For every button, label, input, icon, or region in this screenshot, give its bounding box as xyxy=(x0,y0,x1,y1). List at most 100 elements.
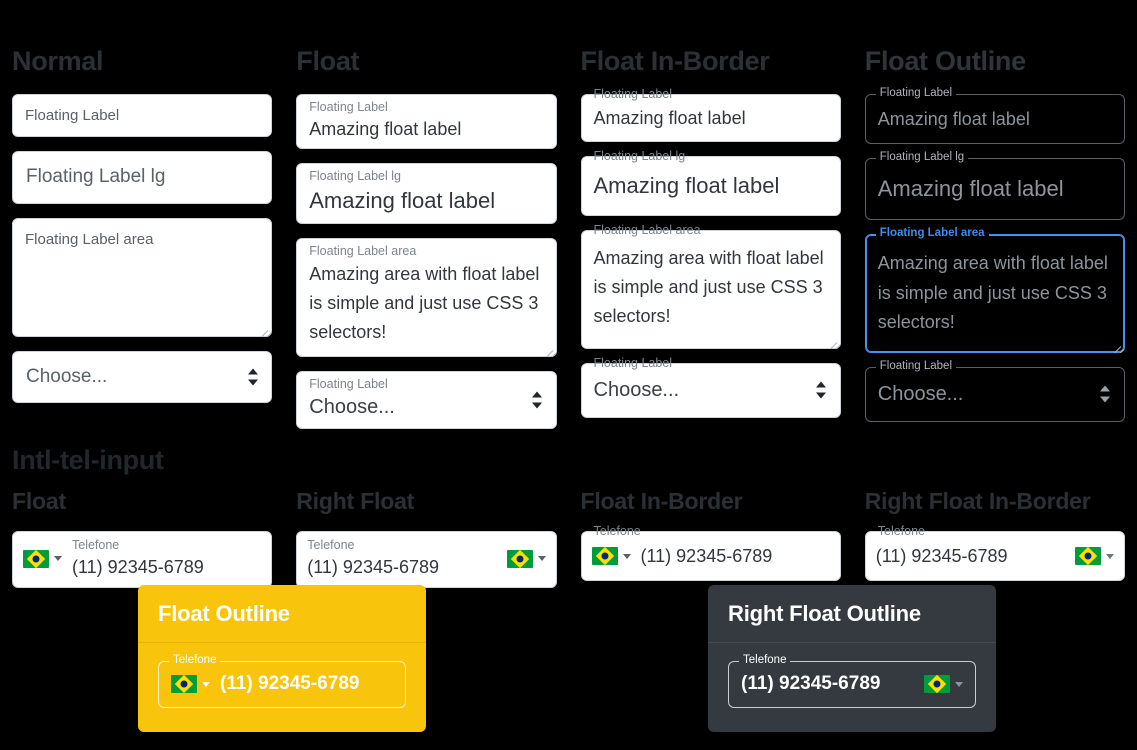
card-tel-label: Telefone xyxy=(739,654,791,667)
float-input-lg-label: Floating Label lg xyxy=(309,168,401,183)
column-title-float-in-border: Float In-Border xyxy=(580,46,770,76)
outline-select-value: Choose... xyxy=(877,382,964,405)
field-outline-textarea: Floating Label area Amazing area with fl… xyxy=(864,227,1125,354)
page-root: Normal Floating Label Floating Label lg … xyxy=(0,0,1137,750)
field-inborder-select: Floating Label Choose... xyxy=(580,357,841,418)
chevron-down-icon xyxy=(622,553,631,559)
spacer-title-2 xyxy=(581,447,841,474)
float-select[interactable]: Floating Label Choose... xyxy=(296,371,557,429)
field-inborder-input-lg: Floating Label lg Amazing float label xyxy=(580,150,841,216)
tel-input-card-float-outline[interactable]: Telefone (11) 92345-6789 xyxy=(158,654,406,708)
outline-input[interactable]: Floating Label Amazing float label xyxy=(864,87,1125,145)
float-textarea-label: Floating Label area xyxy=(309,244,417,259)
outline-select-label: Floating Label xyxy=(875,360,956,373)
country-selector-button[interactable] xyxy=(506,549,546,568)
card-tel-label: Telefone xyxy=(169,654,221,667)
card-tel-body: (11) 92345-6789 xyxy=(220,672,393,697)
tel-float-body: Telefone (11) 92345-6789 xyxy=(72,538,261,580)
field-tel-float: Telefone (11) 92345-6789 xyxy=(12,531,273,588)
outline-textarea-value: Amazing area with float label is simple … xyxy=(877,252,1108,333)
field-inborder-input: Floating Label Amazing float label xyxy=(580,88,841,143)
card-float-outline: Float Outline Telefone (11) 92345-6789 xyxy=(138,585,426,732)
normal-input-lg-placeholder: Floating Label lg xyxy=(26,166,166,187)
float-input-label: Floating Label xyxy=(309,100,388,114)
field-tel-float-in-border: Telefone (11) 92345-6789 xyxy=(580,525,841,582)
field-normal-input: Floating Label xyxy=(12,94,273,137)
floating-label-styles-row: Normal Floating Label Floating Label lg … xyxy=(0,48,1137,443)
resize-grip-icon[interactable] xyxy=(1109,337,1125,354)
tel-input-right-float[interactable]: Telefone (11) 92345-6789 xyxy=(296,531,557,588)
outline-cards-row: Float Outline Telefone (11) 92345-6789 R… xyxy=(0,585,1137,732)
country-selector-button[interactable] xyxy=(591,547,631,566)
tel-input-float-in-border[interactable]: Telefone (11) 92345-6789 xyxy=(580,525,841,582)
inborder-textarea-label: Floating Label area xyxy=(593,222,701,237)
tel-right-float-value: (11) 92345-6789 xyxy=(307,556,440,577)
tel-inborder-value: (11) 92345-6789 xyxy=(640,546,773,566)
intl-tel-input-row: Intl-tel-input Float Telefone (11) 92345… xyxy=(0,447,1137,602)
field-tel-right-float: Telefone (11) 92345-6789 xyxy=(296,531,557,588)
field-inborder-textarea: Floating Label area Amazing area with fl… xyxy=(580,224,841,350)
inborder-input[interactable]: Floating Label Amazing float label xyxy=(580,88,841,143)
outline-input-lg[interactable]: Floating Label lg Amazing float label xyxy=(864,152,1125,220)
float-input[interactable]: Floating Label Amazing float label xyxy=(296,94,557,149)
brazil-flag-icon xyxy=(171,675,197,694)
normal-input-lg[interactable]: Floating Label lg xyxy=(12,151,273,204)
column-float-outline: Float Outline Floating Label Amazing flo… xyxy=(853,48,1137,443)
field-normal-input-lg: Floating Label lg xyxy=(12,151,273,204)
tel-input-card-right-float-outline[interactable]: Telefone (11) 92345-6789 xyxy=(728,654,976,708)
tel-input-float[interactable]: Telefone (11) 92345-6789 xyxy=(12,531,273,588)
float-input-lg-value: Amazing float label xyxy=(309,188,496,214)
normal-input[interactable]: Floating Label xyxy=(12,94,273,137)
normal-select[interactable]: Choose... xyxy=(12,350,273,404)
tel-input-right-float-in-border[interactable]: Telefone (11) 92345-6789 xyxy=(864,525,1125,582)
chevron-down-icon xyxy=(1106,553,1114,559)
spacer-title-3 xyxy=(865,447,1125,474)
subtitle-tel-right-float: Right Float xyxy=(296,488,415,514)
inborder-textarea[interactable]: Floating Label area Amazing area with fl… xyxy=(580,224,841,350)
outline-input-lg-value: Amazing float label xyxy=(877,176,1064,202)
resize-grip-icon[interactable] xyxy=(825,333,840,350)
inborder-select-value: Choose... xyxy=(593,378,680,401)
card-right-float-outline: Right Float Outline Telefone (11) 92345-… xyxy=(708,585,996,732)
country-selector-button[interactable] xyxy=(924,675,963,694)
card-float-outline-title: Float Outline xyxy=(138,585,426,643)
subtitle-tel-float: Float xyxy=(12,488,66,514)
normal-input-placeholder: Floating Label xyxy=(25,107,120,124)
outline-select[interactable]: Floating Label Choose... xyxy=(864,360,1125,422)
float-select-label: Floating Label xyxy=(309,377,388,392)
outline-textarea-focused[interactable]: Floating Label area Amazing area with fl… xyxy=(864,227,1125,354)
inborder-textarea-value: Amazing area with float label is simple … xyxy=(593,247,824,326)
country-selector-button[interactable] xyxy=(23,549,62,568)
normal-textarea[interactable]: Floating Label area xyxy=(12,217,273,337)
inborder-input-lg[interactable]: Floating Label lg Amazing float label xyxy=(580,150,841,216)
column-tel-right-float: Right Float Telefone (11) 92345-6789 xyxy=(284,447,568,602)
column-title-float: Float xyxy=(296,46,360,76)
column-title-float-outline: Float Outline xyxy=(864,46,1026,76)
inborder-select[interactable]: Floating Label Choose... xyxy=(580,357,841,418)
outline-textarea-label: Floating Label area xyxy=(875,227,989,240)
column-tel-right-float-in-border: Right Float In-Border Telefone (11) 9234… xyxy=(853,447,1137,602)
field-float-input-lg: Floating Label lg Amazing float label xyxy=(296,162,557,225)
chevron-down-icon xyxy=(202,681,210,687)
field-tel-right-float-in-border: Telefone (11) 92345-6789 xyxy=(864,525,1125,582)
tel-right-inborder-value: (11) 92345-6789 xyxy=(875,546,1008,566)
inborder-select-label: Floating Label xyxy=(593,355,673,370)
field-outline-input-lg: Floating Label lg Amazing float label xyxy=(864,152,1125,220)
tel-float-value: (11) 92345-6789 xyxy=(72,556,204,577)
country-selector-button[interactable] xyxy=(1075,547,1114,566)
inborder-input-lg-value: Amazing float label xyxy=(593,173,780,199)
field-outline-select: Floating Label Choose... xyxy=(864,360,1125,422)
tel-right-float-body: Telefone (11) 92345-6789 xyxy=(307,538,496,580)
float-textarea[interactable]: Floating Label area Amazing area with fl… xyxy=(296,238,557,358)
normal-select-value: Choose... xyxy=(26,365,108,387)
float-input-lg[interactable]: Floating Label lg Amazing float label xyxy=(296,162,557,225)
brazil-flag-icon xyxy=(506,549,533,568)
tel-right-inborder-label: Telefone xyxy=(877,524,926,538)
float-textarea-value: Amazing area with float label is simple … xyxy=(309,263,540,342)
resize-grip-icon[interactable] xyxy=(256,321,272,337)
inborder-input-lg-label: Floating Label lg xyxy=(593,149,686,164)
outline-input-label: Floating Label xyxy=(875,87,956,100)
brazil-flag-icon xyxy=(591,547,618,566)
outline-input-lg-label: Floating Label lg xyxy=(875,152,969,164)
country-selector-button[interactable] xyxy=(171,675,210,694)
